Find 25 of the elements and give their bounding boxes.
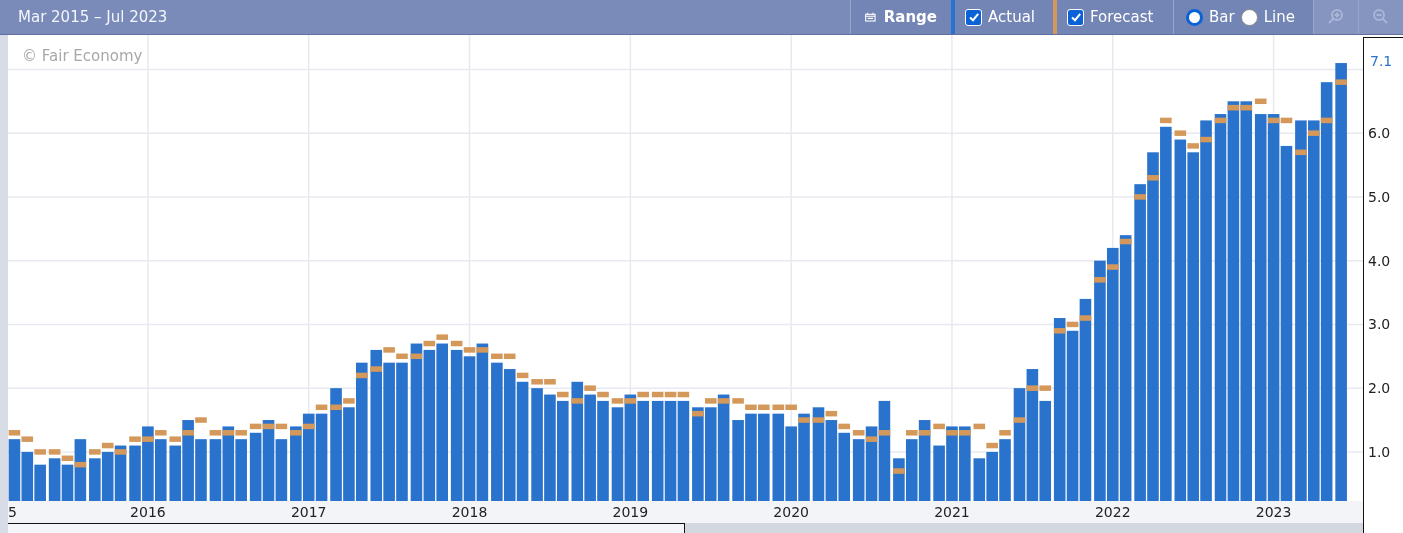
axis-label: 3.0 [1368, 316, 1391, 333]
credit-text: © Fair Economy [22, 46, 143, 67]
toggle-label: Forecast [1090, 6, 1154, 28]
axis-label: 2020 [773, 503, 809, 521]
axis-label: 2022 [1094, 503, 1131, 521]
range-button[interactable]: Range [850, 0, 951, 34]
series-toggle[interactable]: Actual [955, 0, 1053, 34]
toggle-label: Actual [988, 6, 1035, 28]
chart-type-label: Line [1263, 6, 1295, 28]
axis-label: 2019 [612, 503, 649, 521]
axis-label: 5.0 [1368, 188, 1391, 205]
axis-label: 2023 [1255, 503, 1292, 521]
axis-label: 2017 [290, 503, 327, 521]
axis-label: 5 [8, 503, 17, 521]
chart-type-label: Bar [1209, 6, 1235, 28]
last-value-label: 7.1 [1370, 53, 1393, 70]
axis-label: 1.0 [1368, 443, 1391, 460]
axis-label: 2016 [130, 503, 166, 521]
axis-label: 2018 [451, 503, 488, 521]
axis-label: 2021 [934, 503, 970, 521]
axis-label: 6.0 [1368, 125, 1391, 142]
series-toggle[interactable]: Forecast [1057, 0, 1173, 34]
axis-label: 2.0 [1368, 380, 1391, 397]
date-range-title: Mar 2015 – Jul 2023 [17, 6, 169, 28]
axis-label: 4.0 [1368, 252, 1391, 269]
